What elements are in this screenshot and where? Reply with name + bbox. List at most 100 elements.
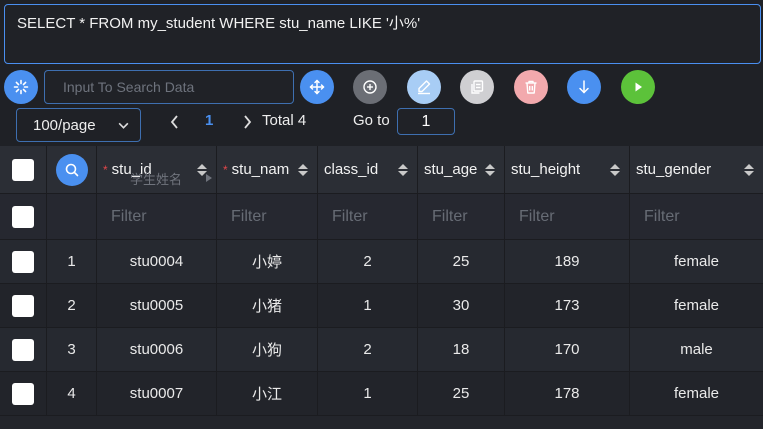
edit-button[interactable] <box>407 70 441 104</box>
chevron-down-icon <box>118 122 129 129</box>
sort-icon[interactable] <box>609 162 621 178</box>
filter-placeholder: Filter <box>111 207 147 225</box>
cell-stu-name[interactable]: 小江 <box>217 372 318 415</box>
add-row-button[interactable] <box>353 70 387 104</box>
filter-cell-stu-age[interactable]: Filter <box>418 194 505 239</box>
total-count: Total 4 <box>262 112 307 129</box>
row-index: 3 <box>47 328 97 371</box>
filter-cell-stu-height[interactable]: Filter <box>505 194 630 239</box>
cell-stu-age[interactable]: 25 <box>418 240 505 283</box>
select-all-checkbox[interactable] <box>12 158 34 181</box>
cell-stu-gender[interactable]: female <box>630 372 763 415</box>
delete-button[interactable] <box>514 70 548 104</box>
filter-placeholder: Filter <box>332 207 368 225</box>
column-header-stu-age[interactable]: stu_age <box>418 146 505 193</box>
required-marker: * <box>103 162 108 177</box>
sql-query-text[interactable]: SELECT * FROM my_student WHERE stu_name … <box>17 12 748 33</box>
edit-icon <box>418 80 431 95</box>
delete-icon <box>525 80 537 94</box>
cell-stu-age[interactable]: 25 <box>418 372 505 415</box>
cell-class-id[interactable]: 1 <box>318 372 418 415</box>
row-select-cell <box>0 328 47 371</box>
header-row: * stu_id * stu_name class_id stu_age stu… <box>0 146 763 194</box>
cell-stu-age[interactable]: 30 <box>418 284 505 327</box>
refresh-icon <box>13 79 29 95</box>
cell-class-id[interactable]: 2 <box>318 240 418 283</box>
cell-stu-age[interactable]: 18 <box>418 328 505 371</box>
row-checkbox[interactable] <box>12 338 34 361</box>
filter-row: Filter Filter Filter Filter Filter Filte… <box>0 194 763 240</box>
sort-icon[interactable] <box>743 162 755 178</box>
table-row[interactable]: 3 stu0006 小狗 2 18 170 male <box>0 328 763 372</box>
filter-select-cell <box>0 194 47 239</box>
table-row[interactable]: 2 stu0005 小猪 1 30 173 female <box>0 284 763 328</box>
download-icon <box>579 80 589 94</box>
page-size-value: 100/page <box>33 116 96 134</box>
row-select-cell <box>0 284 47 327</box>
row-select-cell <box>0 240 47 283</box>
cell-stu-id[interactable]: stu0004 <box>97 240 217 283</box>
cell-stu-name[interactable]: 小猪 <box>217 284 318 327</box>
filter-checkbox[interactable] <box>12 205 34 228</box>
goto-page-input[interactable] <box>397 108 455 135</box>
table-row[interactable]: 1 stu0004 小婷 2 25 189 female <box>0 240 763 284</box>
column-label: stu_name <box>231 161 290 178</box>
cell-stu-height[interactable]: 178 <box>505 372 630 415</box>
cell-class-id[interactable]: 1 <box>318 284 418 327</box>
run-icon <box>635 82 642 92</box>
cell-stu-gender[interactable]: female <box>630 284 763 327</box>
search-input[interactable] <box>44 70 294 104</box>
refresh-button[interactable] <box>4 70 38 104</box>
move-icon <box>309 79 325 95</box>
cell-stu-gender[interactable]: female <box>630 240 763 283</box>
cell-class-id[interactable]: 2 <box>318 328 418 371</box>
column-label: stu_age <box>424 161 478 178</box>
cell-stu-height[interactable]: 170 <box>505 328 630 371</box>
search-icon <box>65 163 78 176</box>
sort-icon[interactable] <box>297 162 309 178</box>
cell-stu-height[interactable]: 189 <box>505 240 630 283</box>
copy-button[interactable] <box>460 70 494 104</box>
column-label: class_id <box>324 161 379 178</box>
filter-cell-stu-name[interactable]: Filter <box>217 194 318 239</box>
filter-placeholder: Filter <box>432 207 468 225</box>
cell-stu-height[interactable]: 173 <box>505 284 630 327</box>
download-button[interactable] <box>567 70 601 104</box>
table-row[interactable]: 4 stu0007 小江 1 25 178 female <box>0 372 763 416</box>
filter-placeholder: Filter <box>644 207 680 225</box>
row-checkbox[interactable] <box>12 250 34 273</box>
cell-stu-id[interactable]: stu0005 <box>97 284 217 327</box>
cell-stu-id[interactable]: stu0006 <box>97 328 217 371</box>
filter-cell-class-id[interactable]: Filter <box>318 194 418 239</box>
required-marker: * <box>223 162 228 177</box>
filter-cell-stu-gender[interactable]: Filter <box>630 194 763 239</box>
row-checkbox[interactable] <box>12 294 34 317</box>
next-page-icon[interactable] <box>240 112 254 132</box>
run-button[interactable] <box>621 70 655 104</box>
column-header-stu-gender[interactable]: stu_gender <box>630 146 763 193</box>
filter-placeholder: Filter <box>519 207 555 225</box>
page-size-select[interactable]: 100/page <box>16 108 141 142</box>
column-header-stu-name[interactable]: * stu_name <box>217 146 318 193</box>
copy-icon <box>471 80 484 94</box>
column-header-stu-height[interactable]: stu_height <box>505 146 630 193</box>
move-button[interactable] <box>300 70 334 104</box>
row-index: 1 <box>47 240 97 283</box>
current-page-number[interactable]: 1 <box>205 112 213 129</box>
cell-stu-gender[interactable]: male <box>630 328 763 371</box>
data-grid: * stu_id * stu_name class_id stu_age stu… <box>0 146 763 429</box>
row-checkbox[interactable] <box>12 382 34 405</box>
cell-stu-name[interactable]: 小婷 <box>217 240 318 283</box>
previous-page-icon[interactable] <box>168 112 182 132</box>
sort-icon[interactable] <box>484 162 496 178</box>
filter-cell-stu-id[interactable]: Filter <box>97 194 217 239</box>
column-search-button[interactable] <box>55 153 88 186</box>
tooltip-arrow-icon <box>206 174 212 182</box>
column-header-class-id[interactable]: class_id <box>318 146 418 193</box>
sql-editor[interactable]: SELECT * FROM my_student WHERE stu_name … <box>4 4 761 64</box>
row-select-cell <box>0 372 47 415</box>
sort-icon[interactable] <box>397 162 409 178</box>
goto-label: Go to <box>353 112 390 129</box>
cell-stu-name[interactable]: 小狗 <box>217 328 318 371</box>
cell-stu-id[interactable]: stu0007 <box>97 372 217 415</box>
